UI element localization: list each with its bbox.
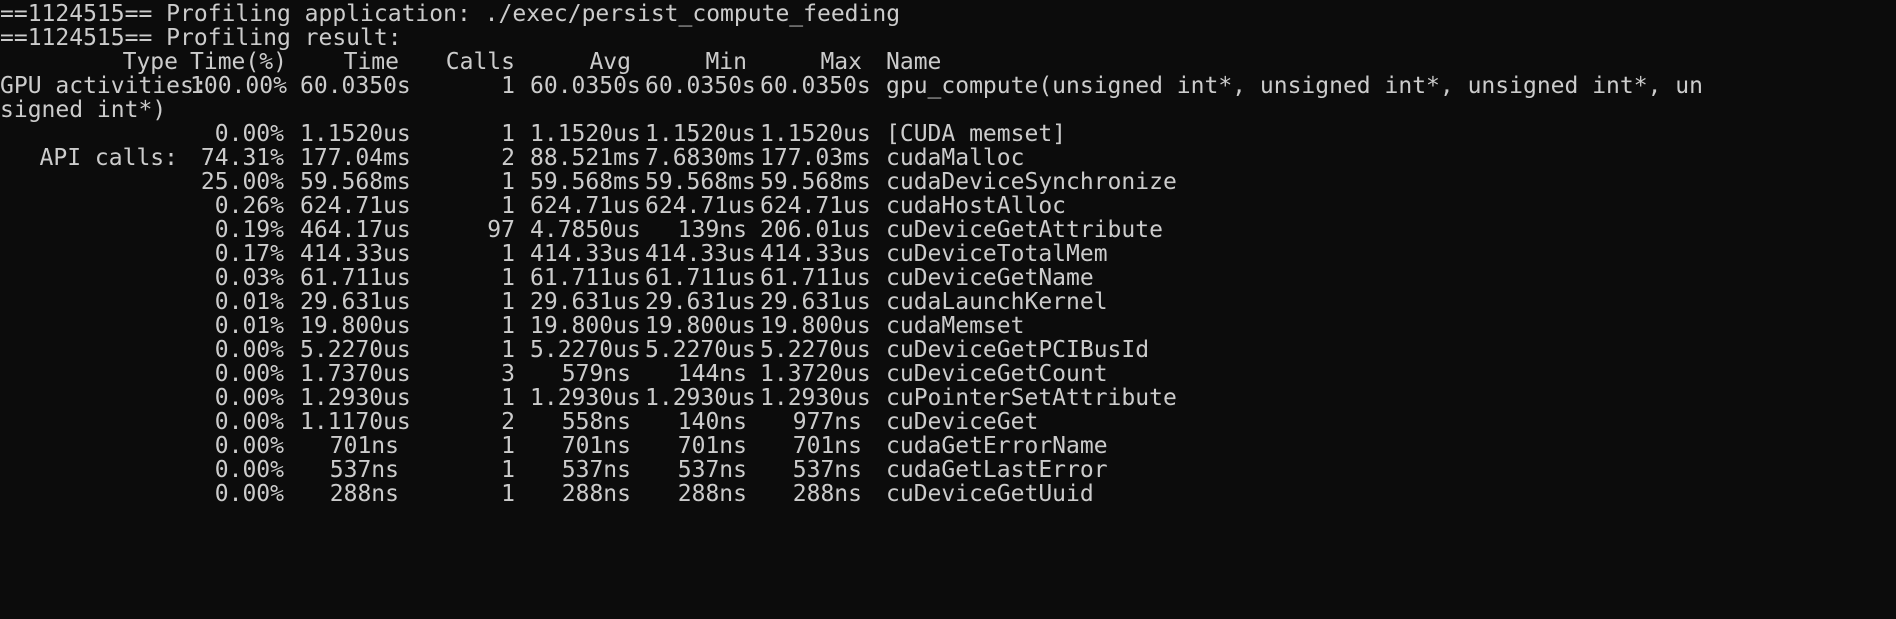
row-name: gpu_compute(unsigned int*, unsigned int*… [886,73,1703,99]
row-time: 288ns [329,481,399,507]
row-calls: 1 [501,481,515,507]
row-time-pct: 0.00% [214,481,284,507]
row-calls: 1 [501,73,515,99]
row-max: 60.0350s [760,73,871,99]
row-avg: 60.0350s [530,73,641,99]
row-time: 60.0350s [300,73,411,99]
row-min: 288ns [677,481,747,507]
table-row: GPU activities: 100.00% 60.0350s 1 60.0350s 6… [0,72,1896,101]
row-max: 288ns [792,481,862,507]
shell-prompt-line [0,504,55,516]
table-row: 0.00% 288ns 1 288ns 288ns 288ns cuDeviceGetUui… [0,480,1896,509]
row-min: 60.0350s [645,73,756,99]
terminal-window[interactable]: ==1124515== Profiling application: ./exe… [0,0,1896,619]
row-name: cuDeviceGetUuid [886,481,1094,507]
row-time-pct: 100.00% [190,73,287,99]
row-avg: 288ns [561,481,631,507]
gpu-name-wrap-line: signed int*) [0,97,167,123]
